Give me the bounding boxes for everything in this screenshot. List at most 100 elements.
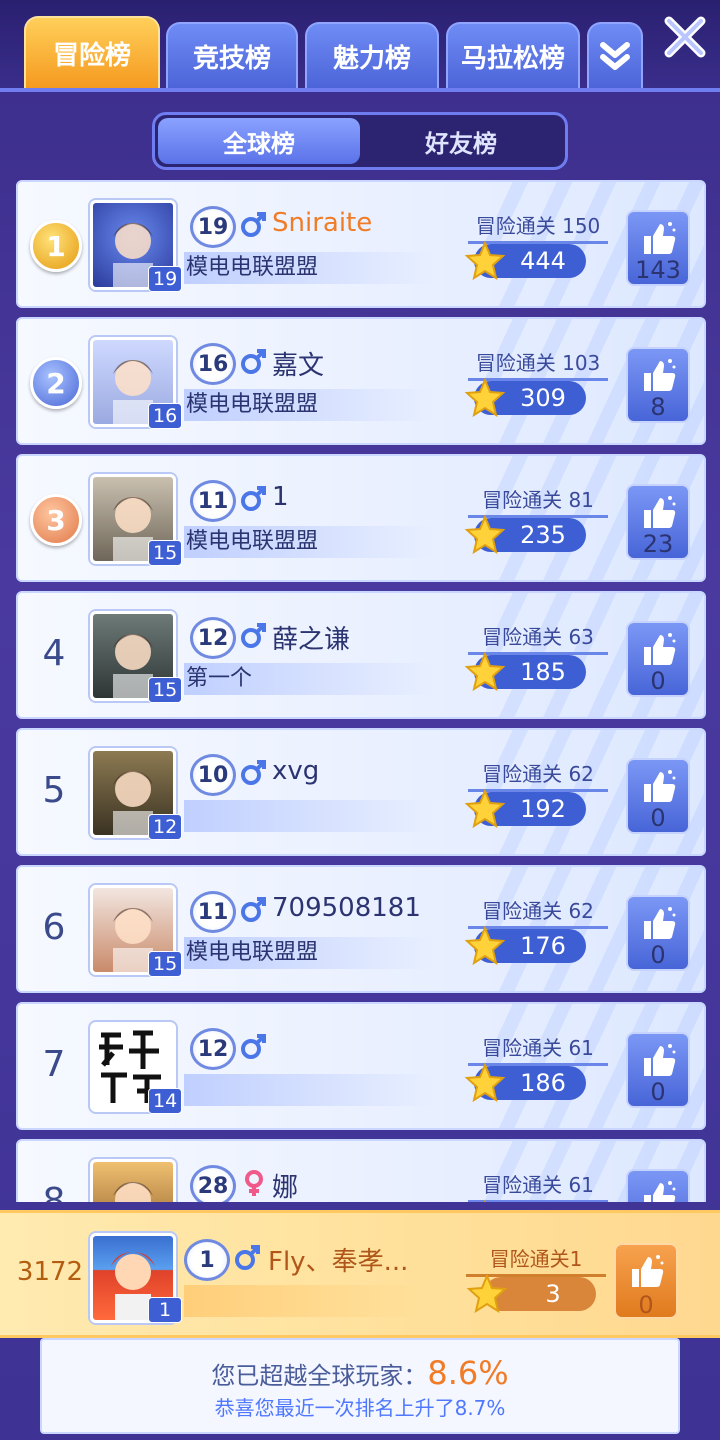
male-icon [241, 349, 266, 374]
level-badge: 11 [190, 891, 236, 933]
guild-name: 第一个 [184, 663, 434, 695]
thumbs-up-icon [644, 770, 676, 802]
adventure-stage: 冒险通关 81 [468, 484, 608, 518]
avatar-level: 1 [148, 1297, 182, 1323]
ranking-row[interactable]: 2 16 16 嘉文 模电电联盟盟 冒险通关 103 309 8 [16, 317, 706, 445]
double-chevron-down-icon [600, 42, 630, 70]
ranking-row[interactable]: 6 15 11 709508181 模电电联盟盟 冒险通关 62 176 0 [16, 865, 706, 993]
ranking-row[interactable]: 8 28 娜 冒险通关 61 [16, 1139, 706, 1202]
player-name: 嘉文 [272, 351, 325, 381]
level-badge: 19 [190, 206, 236, 248]
player-name: 娜 [272, 1173, 299, 1202]
ranking-row[interactable]: 3 15 11 1 模电电联盟盟 冒险通关 81 235 23 [16, 454, 706, 582]
avatar-level: 14 [148, 1088, 183, 1114]
male-icon [241, 212, 266, 237]
ranking-row[interactable]: 1 19 19 Sniraite 模电电联盟盟 冒险通关 150 444 143 [16, 180, 706, 308]
avatar-level: 15 [148, 677, 183, 703]
like-count: 23 [642, 530, 674, 558]
level-badge: 10 [190, 754, 236, 796]
rank-number: 7 [42, 1044, 66, 1085]
thumbs-up-icon [644, 1044, 676, 1076]
close-icon [664, 16, 706, 58]
like-count: 0 [650, 1078, 666, 1106]
level-badge: 1 [184, 1239, 230, 1281]
male-icon [241, 760, 266, 785]
rank-number: 6 [42, 907, 66, 948]
star-icon [466, 1273, 508, 1314]
tab-global[interactable]: 全球榜 [158, 118, 360, 164]
adventure-stage: 冒险通关 62 [468, 895, 608, 929]
tab-charm[interactable]: 魅力榜 [305, 22, 439, 88]
adventure-stage: 冒险通关 103 [468, 347, 608, 381]
guild-name: 模电电联盟盟 [184, 937, 434, 969]
thumbs-up-icon [644, 907, 676, 939]
star-icon [464, 651, 506, 692]
rank-number: 4 [42, 633, 66, 674]
tab-friends[interactable]: 好友榜 [360, 118, 562, 164]
guild-name: 模电电联盟盟 [184, 252, 434, 284]
player-name: Sniraite [272, 208, 373, 238]
guild-name: 模电电联盟盟 [184, 389, 434, 421]
ranking-row[interactable]: 7 14 12 冒险通关 61 186 0 [16, 1002, 706, 1130]
ranking-row[interactable]: 5 12 10 xvg 冒险通关 62 192 0 [16, 728, 706, 856]
like-button[interactable] [626, 1169, 690, 1202]
guild-name [184, 1285, 424, 1317]
rank-medal-icon: 2 [30, 357, 82, 409]
level-badge: 11 [190, 480, 236, 522]
like-count: 0 [638, 1291, 654, 1319]
surpass-label: 您已超越全球玩家： [211, 1362, 428, 1390]
avatar-level: 19 [148, 266, 183, 292]
star-icon [464, 925, 506, 966]
male-icon [235, 1245, 260, 1270]
level-badge: 12 [190, 617, 236, 659]
male-icon [241, 1034, 266, 1059]
tab-bar: 冒险榜 竞技榜 魅力榜 马拉松榜 [0, 0, 720, 92]
like-count: 0 [650, 667, 666, 695]
ranking-row[interactable]: 4 15 12 薛之谦 第一个 冒险通关 63 185 0 [16, 591, 706, 719]
adventure-stage: 冒险通关 150 [468, 210, 608, 244]
ranking-list[interactable]: 1 19 19 Sniraite 模电电联盟盟 冒险通关 150 444 143… [0, 180, 720, 1202]
rank-summary: 您已超越全球玩家：8.6% 恭喜您最近一次排名上升了8.7% [40, 1338, 680, 1434]
thumbs-up-icon [632, 1255, 664, 1287]
tab-marathon[interactable]: 马拉松榜 [446, 22, 580, 88]
close-button[interactable] [658, 10, 712, 64]
tab-arena[interactable]: 竞技榜 [166, 22, 298, 88]
level-badge: 28 [190, 1165, 236, 1202]
female-icon [245, 1170, 263, 1196]
surpass-percent: 8.6% [427, 1354, 509, 1392]
level-badge: 12 [190, 1028, 236, 1070]
my-rank: 3172 [16, 1257, 84, 1287]
tab-adventure[interactable]: 冒险榜 [24, 16, 160, 88]
avatar-image [113, 1182, 153, 1202]
like-count: 0 [650, 941, 666, 969]
rank-change-text: 恭喜您最近一次排名上升了8.7% [214, 1396, 506, 1420]
adventure-stage: 冒险通关 61 [468, 1032, 608, 1066]
rank-number: 8 [42, 1181, 66, 1202]
surpass-text: 您已超越全球玩家：8.6% [42, 1354, 678, 1392]
rank-number: 5 [42, 770, 66, 811]
like-count: 0 [650, 804, 666, 832]
adventure-stage: 冒险通关 63 [468, 621, 608, 655]
avatar-level: 15 [148, 540, 183, 566]
player-name: Fly、奉孝... [268, 1247, 409, 1277]
guild-name: 模电电联盟盟 [184, 526, 434, 558]
thumbs-up-icon [644, 222, 676, 254]
level-badge: 16 [190, 343, 236, 385]
avatar-level: 15 [148, 951, 183, 977]
avatar-level: 16 [148, 403, 183, 429]
star-icon [464, 788, 506, 829]
star-icon [483, 1199, 487, 1202]
avatar-level: 12 [148, 814, 183, 840]
thumbs-up-icon [644, 1181, 676, 1202]
avatar[interactable] [90, 1159, 176, 1202]
star-icon [464, 514, 506, 555]
more-tabs-button[interactable] [587, 22, 643, 88]
like-count: 8 [650, 393, 666, 421]
adventure-stage: 冒险通关 62 [468, 758, 608, 792]
like-count: 143 [635, 256, 681, 284]
player-name: 1 [272, 482, 289, 512]
adventure-stage: 冒险通关1 [466, 1243, 606, 1277]
thumbs-up-icon [644, 633, 676, 665]
thumbs-up-icon [644, 359, 676, 391]
rank-medal-icon: 1 [30, 220, 82, 272]
